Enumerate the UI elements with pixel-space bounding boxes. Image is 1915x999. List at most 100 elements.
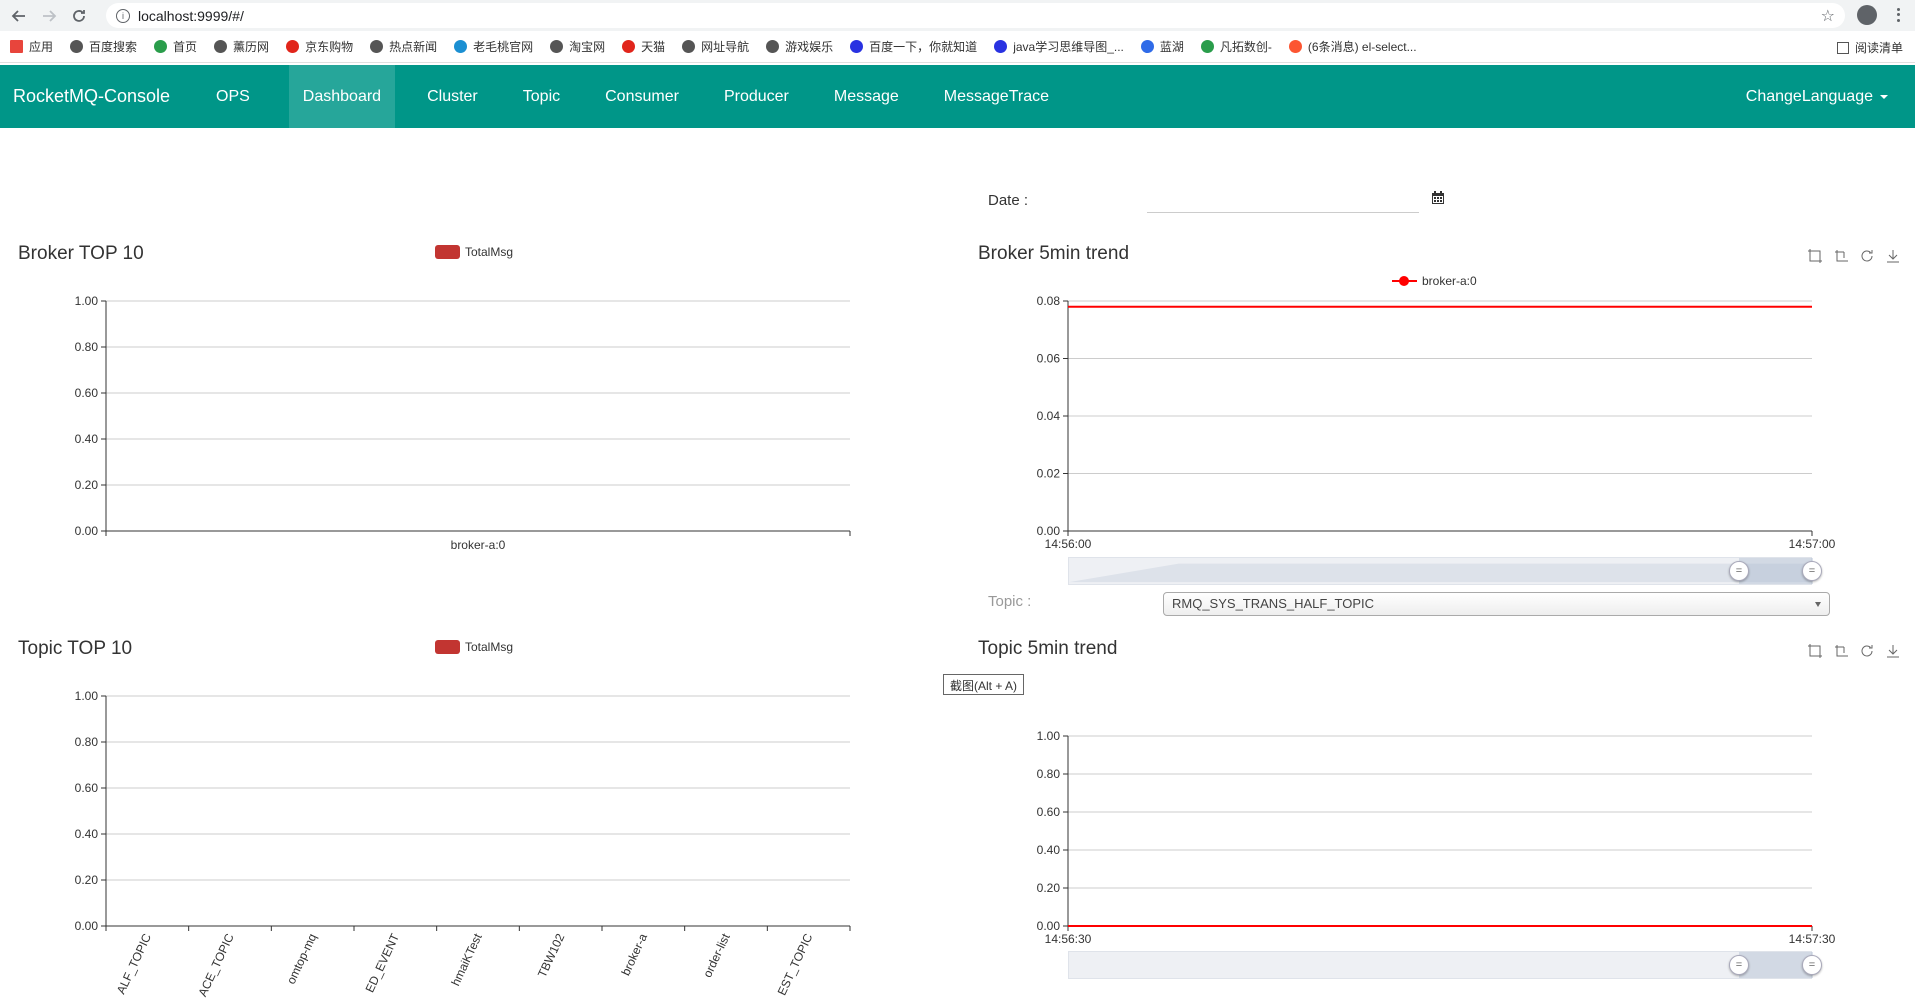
lanhu-icon <box>1140 40 1154 53</box>
topic-select[interactable]: RMQ_SYS_TRANS_HALF_TOPIC <box>1163 592 1830 616</box>
reading-list-icon <box>1836 41 1849 54</box>
globe-icon <box>70 40 84 53</box>
nav-item-consumer[interactable]: Consumer <box>590 65 694 128</box>
y-tick-label: 0.04 <box>1037 409 1061 423</box>
site-info-icon[interactable]: i <box>116 8 130 23</box>
nav-item-cluster[interactable]: Cluster <box>412 65 493 128</box>
x-tick-label: 14:57:00 <box>1789 537 1836 551</box>
broker-trend-datazoom[interactable]: = = <box>1068 557 1822 585</box>
forward-icon[interactable] <box>36 3 62 29</box>
bookmark-item[interactable]: 淘宝网 <box>550 38 605 55</box>
change-language-dropdown[interactable]: ChangeLanguage <box>1746 65 1888 128</box>
legend-label: TotalMsg <box>465 640 514 654</box>
bookmark-item[interactable]: 百度一下，你就知道 <box>850 38 977 55</box>
baidu-paw-icon <box>850 40 864 53</box>
topic-trend-datazoom[interactable]: = = <box>1068 951 1822 979</box>
broker-trend-legend[interactable]: broker-a:0 <box>1392 274 1477 288</box>
y-tick-label: 0.60 <box>75 386 99 400</box>
nav-item-topic[interactable]: Topic <box>508 65 575 128</box>
y-tick-label: 0.60 <box>1037 805 1061 819</box>
bookmark-item[interactable]: 薰历网 <box>214 38 269 55</box>
datazoom-left-handle-icon[interactable]: = <box>1729 955 1749 975</box>
browser-menu-icon[interactable] <box>1891 4 1905 26</box>
address-bar[interactable]: i localhost:9999/#/ ☆ <box>106 3 1845 28</box>
apps-grid-icon <box>10 40 23 53</box>
back-icon[interactable] <box>6 3 32 29</box>
csdn-icon <box>1288 40 1302 53</box>
bookmark-item[interactable]: 游戏娱乐 <box>766 38 833 55</box>
nav-item-messagetrace[interactable]: MessageTrace <box>929 65 1064 128</box>
bookmark-label: 百度搜索 <box>89 40 138 54</box>
nav-item-dashboard[interactable]: Dashboard <box>288 65 396 128</box>
bookmark-item[interactable]: 网址导航 <box>682 38 749 55</box>
broker-top10-legend[interactable]: TotalMsg <box>435 245 513 259</box>
y-tick-label: 0.20 <box>1037 881 1061 895</box>
broker-trend-toolbox <box>1797 248 1901 264</box>
bookmark-item[interactable]: (6条消息) el-select... <box>1288 38 1417 55</box>
bookmark-item[interactable]: 京东购物 <box>286 38 353 55</box>
y-tick-label: 0.06 <box>1037 352 1061 366</box>
zoom-reset-icon[interactable] <box>1833 643 1849 659</box>
dropdown-arrow-icon <box>1815 602 1821 607</box>
download-icon[interactable] <box>1885 248 1901 264</box>
globe-icon <box>682 40 696 53</box>
globe-icon <box>370 40 384 53</box>
topic-trend-toolbox <box>1797 643 1901 659</box>
date-input[interactable] <box>1147 183 1419 213</box>
topic-select-value: RMQ_SYS_TRANS_HALF_TOPIC <box>1172 596 1375 611</box>
bookmark-star-icon[interactable]: ☆ <box>1821 6 1835 26</box>
bookmark-item[interactable]: 蓝湖 <box>1140 38 1184 55</box>
y-tick-label: 0.80 <box>1037 767 1061 781</box>
bookmark-item[interactable]: 热点新闻 <box>370 38 437 55</box>
restore-icon[interactable] <box>1859 248 1875 264</box>
bookmark-item[interactable]: 首页 <box>154 38 197 55</box>
topic-top10-legend[interactable]: TotalMsg <box>435 640 513 654</box>
brand-logo[interactable]: RocketMQ-Console <box>0 65 202 128</box>
reload-icon[interactable] <box>66 3 92 29</box>
zoom-icon[interactable] <box>1807 248 1823 264</box>
legend-label: TotalMsg <box>465 245 514 259</box>
y-tick-label: 1.00 <box>75 689 99 703</box>
nav-item-producer[interactable]: Producer <box>709 65 804 128</box>
datazoom-right-handle-icon[interactable]: = <box>1802 561 1822 581</box>
topic-top10-chart: 0.00 0.20 0.40 0.60 0.80 1.00 ALF_TOPIC ACE_TOP… <box>75 689 851 999</box>
bookmark-label: 网址导航 <box>701 40 750 54</box>
bookmark-label: 老毛桃官网 <box>473 40 534 54</box>
y-tick-label: 0.40 <box>75 827 99 841</box>
bookmark-item[interactable]: 应用 <box>10 38 53 55</box>
x-tick-label: TBW102 <box>535 931 568 980</box>
nav-item-ops[interactable]: OPS <box>202 65 264 128</box>
bookmark-label: java学习思维导图_... <box>1013 40 1124 54</box>
y-tick-label: 0.00 <box>1037 919 1061 933</box>
x-tick-label: ALF_TOPIC <box>114 931 154 996</box>
bookmark-item[interactable]: 凡拓数创- <box>1200 38 1272 55</box>
zoom-icon[interactable] <box>1807 643 1823 659</box>
bookmark-item[interactable]: 老毛桃官网 <box>454 38 533 55</box>
bookmark-label: 天猫 <box>641 40 666 54</box>
download-icon[interactable] <box>1885 643 1901 659</box>
bookmark-item[interactable]: 百度搜索 <box>70 38 137 55</box>
leaf-icon <box>154 40 168 53</box>
x-tick-label: EST_TOPIC <box>775 931 816 997</box>
calendar-icon[interactable] <box>1431 191 1445 205</box>
x-tick-label: broker-a <box>618 931 650 978</box>
bookmark-label: (6条消息) el-select... <box>1307 40 1417 54</box>
profile-avatar-icon[interactable] <box>1857 5 1877 25</box>
datazoom-right-handle-icon[interactable]: = <box>1802 955 1822 975</box>
topic-top10-title: Topic TOP 10 <box>18 638 133 659</box>
reading-list-button[interactable]: 阅读清单 <box>1836 39 1903 56</box>
x-tick-label: hmaiKTest <box>448 931 485 988</box>
bookmark-item[interactable]: java学习思维导图_... <box>994 38 1124 55</box>
nav-item-message[interactable]: Message <box>819 65 914 128</box>
broker-trend-title: Broker 5min trend <box>978 243 1130 264</box>
x-tick-label: omtop-mq <box>284 931 320 986</box>
bookmark-label: 薰历网 <box>233 40 270 54</box>
zoom-reset-icon[interactable] <box>1833 248 1849 264</box>
restore-icon[interactable] <box>1859 643 1875 659</box>
datazoom-left-handle-icon[interactable]: = <box>1729 561 1749 581</box>
y-tick-label: 0.60 <box>75 781 99 795</box>
bookmark-item[interactable]: 天猫 <box>622 38 665 55</box>
y-tick-label: 0.20 <box>75 478 99 492</box>
browser-toolbar: i localhost:9999/#/ ☆ <box>0 0 1915 31</box>
bookmarks-bar: 应用 百度搜索 首页 薰历网 京东购物 热点新闻 老毛桃官网 淘宝网 天猫 网址导航 游戏娱乐 百度一… <box>0 31 1915 63</box>
